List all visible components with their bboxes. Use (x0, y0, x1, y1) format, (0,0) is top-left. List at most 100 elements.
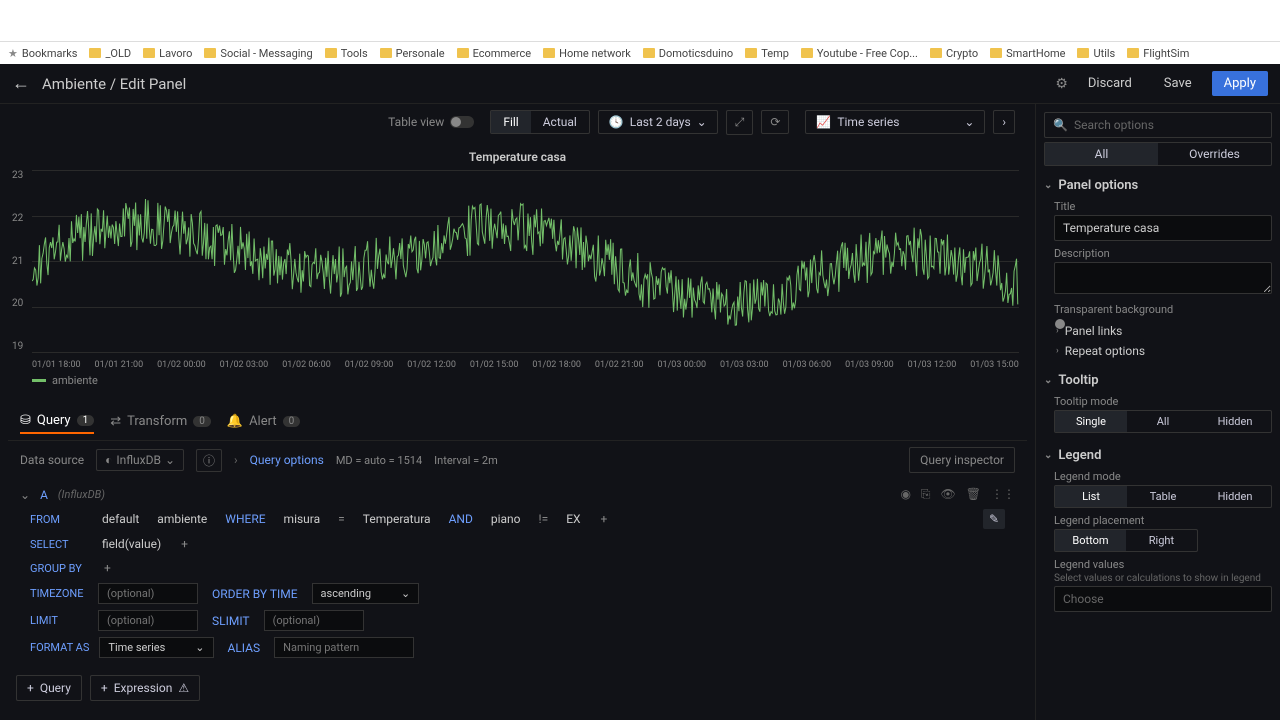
bookmark-item[interactable]: Crypto (930, 47, 978, 60)
bookmark-item[interactable]: Lavoro (143, 47, 192, 60)
chart-plot[interactable] (32, 170, 1019, 355)
query-letter[interactable]: A (40, 488, 48, 502)
apply-button[interactable]: Apply (1212, 71, 1268, 96)
time-range-picker[interactable]: 🕓 Last 2 days ⌄ (598, 110, 718, 134)
zoom-out-button[interactable]: ⤢ (726, 110, 754, 135)
query-md: MD = auto = 1514 (336, 454, 422, 467)
bookmark-item[interactable]: ★Bookmarks (8, 47, 77, 60)
bookmark-item[interactable]: Personale (380, 47, 445, 60)
bookmark-item[interactable]: Tools (325, 47, 368, 60)
visualization-picker[interactable]: 📈Time series ⌄ (805, 110, 985, 134)
legend-table[interactable]: Table (1127, 486, 1199, 507)
duplicate-icon[interactable]: ◉ (900, 487, 910, 502)
orderby-key: ORDER BY TIME (208, 585, 302, 603)
where-op2[interactable]: != (535, 510, 553, 528)
add-where-button[interactable]: + (595, 510, 614, 528)
bookmark-item[interactable]: Ecommerce (457, 47, 532, 60)
add-groupby-button[interactable]: + (98, 559, 117, 577)
where-val2[interactable]: EX (562, 510, 584, 528)
limit-input[interactable] (98, 610, 198, 631)
chevron-down-icon: ⌄ (964, 115, 974, 129)
folder-icon (1127, 48, 1139, 58)
refresh-button[interactable]: ⟳ (761, 110, 789, 134)
legend-hidden[interactable]: Hidden (1199, 486, 1271, 507)
query-options-link[interactable]: Query options (250, 453, 324, 467)
legend-values-select[interactable]: Choose (1054, 586, 1272, 612)
where-tag2[interactable]: piano (487, 510, 525, 528)
alias-input[interactable] (274, 637, 414, 658)
tooltip-hidden[interactable]: Hidden (1199, 411, 1271, 432)
where-val[interactable]: Temperatura (359, 510, 435, 528)
tab-query[interactable]: ⛁Query1 (20, 409, 94, 434)
legend-right[interactable]: Right (1126, 530, 1197, 551)
query-options-bar: Data source ◐InfluxDB⌄ ⓘ › Query options… (8, 441, 1027, 479)
panel-links-row[interactable]: ›Panel links (1044, 321, 1272, 341)
trash-icon[interactable]: 🗑 (966, 487, 981, 502)
chevron-down-icon: ⌄ (195, 641, 204, 654)
back-arrow-icon[interactable]: ← (12, 73, 30, 94)
chart-legend[interactable]: ambiente (8, 370, 1027, 391)
from-measurement[interactable]: ambiente (153, 510, 211, 528)
copy-icon[interactable]: ⎘ (921, 487, 931, 502)
legend-label: ambiente (52, 374, 98, 387)
bookmark-item[interactable]: _OLD (89, 47, 131, 60)
from-default[interactable]: default (98, 510, 143, 528)
format-select[interactable]: Time series⌄ (99, 637, 213, 658)
tab-transform[interactable]: ⇄Transform0 (110, 409, 211, 434)
and-key: AND (445, 510, 477, 528)
slimit-input[interactable] (264, 610, 364, 631)
folder-icon (801, 48, 813, 58)
drag-icon[interactable]: ⋮⋮ (991, 487, 1015, 502)
tab-all[interactable]: All (1045, 143, 1158, 165)
legend-mode-label: Legend mode (1054, 470, 1272, 483)
add-expression-button[interactable]: +Expression ⚠ (90, 675, 200, 701)
select-field[interactable]: field(value) (98, 535, 165, 553)
section-panel-options[interactable]: ⌄Panel options (1044, 174, 1272, 197)
bookmark-item[interactable]: Home network (543, 47, 631, 60)
tab-overrides[interactable]: Overrides (1158, 143, 1271, 165)
tooltip-all[interactable]: All (1127, 411, 1199, 432)
tab-alert[interactable]: 🔔Alert0 (227, 409, 300, 434)
discard-button[interactable]: Discard (1076, 71, 1144, 96)
timezone-input[interactable] (98, 583, 198, 604)
orderby-select[interactable]: ascending⌄ (312, 583, 420, 604)
add-select-button[interactable]: + (175, 535, 194, 553)
bookmark-item[interactable]: Domoticsduino (643, 47, 733, 60)
legend-list[interactable]: List (1055, 486, 1127, 507)
collapse-sidebar-button[interactable]: › (993, 110, 1015, 134)
query-inspector-button[interactable]: Query inspector (909, 447, 1015, 473)
table-view-toggle[interactable]: Table view (388, 115, 474, 129)
repeat-options-row[interactable]: ›Repeat options (1044, 341, 1272, 361)
title-input[interactable] (1054, 215, 1272, 241)
info-icon[interactable]: ⓘ (196, 449, 222, 472)
badge: 1 (77, 415, 95, 426)
where-op[interactable]: = (334, 510, 349, 528)
fill-button[interactable]: Fill (491, 111, 530, 133)
gear-icon[interactable]: ⚙ (1055, 76, 1068, 92)
search-options-input[interactable]: 🔍Search options (1044, 112, 1272, 138)
bookmark-item[interactable]: FlightSim (1127, 47, 1189, 60)
bookmark-item[interactable]: SmartHome (990, 47, 1065, 60)
legend-bottom[interactable]: Bottom (1055, 530, 1126, 551)
save-button[interactable]: Save (1152, 71, 1204, 96)
collapse-query-icon[interactable]: ⌄ (20, 488, 30, 502)
folder-icon (380, 48, 392, 58)
bookmark-item[interactable]: Temp (745, 47, 789, 60)
eye-icon[interactable]: 👁 (941, 487, 956, 502)
section-tooltip[interactable]: ⌄Tooltip (1044, 369, 1272, 392)
actual-button[interactable]: Actual (531, 111, 589, 133)
where-tag[interactable]: misura (280, 510, 325, 528)
description-input[interactable] (1054, 262, 1272, 294)
legend-placement-radio: Bottom Right (1054, 529, 1198, 552)
edit-raw-button[interactable]: ✎ (983, 509, 1005, 529)
section-legend[interactable]: ⌄Legend (1044, 444, 1272, 467)
bookmark-item[interactable]: Youtube - Free Cop... (801, 47, 918, 60)
add-query-button[interactable]: +Query (16, 675, 82, 701)
bookmark-item[interactable]: Utils (1077, 47, 1115, 60)
datasource-select[interactable]: ◐InfluxDB⌄ (96, 449, 184, 471)
bookmark-item[interactable]: Social - Messaging (204, 47, 312, 60)
chevron-down-icon: ⌄ (401, 587, 410, 600)
toggle-icon[interactable] (450, 116, 474, 128)
select-key: SELECT (30, 538, 88, 551)
tooltip-single[interactable]: Single (1055, 411, 1127, 432)
